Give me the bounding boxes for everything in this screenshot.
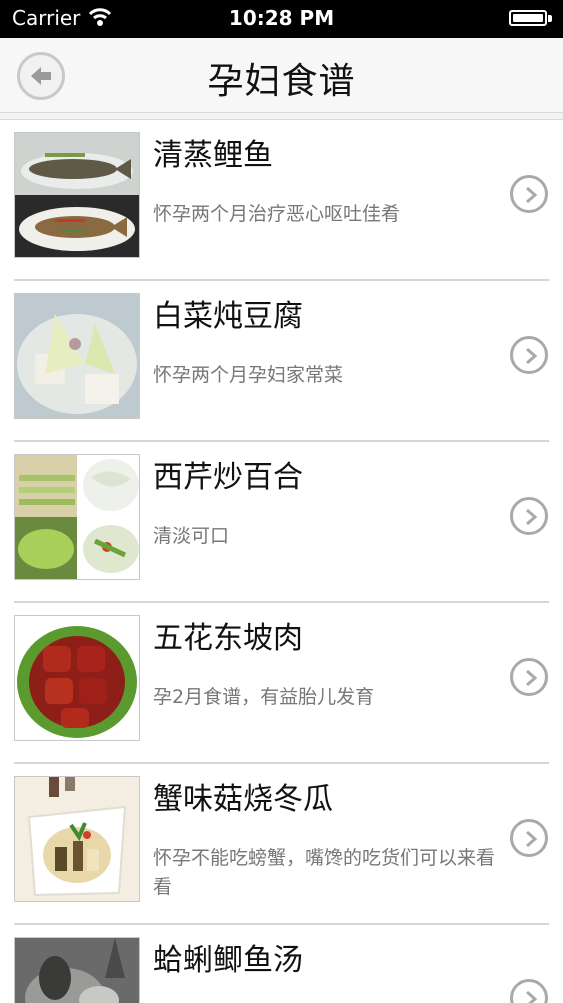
- nav-divider: [0, 112, 563, 120]
- recipe-description: 怀孕两个月治疗恶心呕吐佳肴: [153, 203, 401, 225]
- navigation-bar: 孕妇食谱: [0, 38, 563, 112]
- recipe-thumbnail: [14, 937, 140, 1003]
- page-title: 孕妇食谱: [207, 61, 356, 102]
- recipe-description: 怀孕两个月孕妇家常菜: [153, 364, 344, 386]
- list-item[interactable]: 白菜炖豆腐 怀孕两个月孕妇家常菜: [0, 279, 563, 442]
- recipe-thumbnail: [14, 293, 140, 419]
- battery-icon: [509, 10, 547, 26]
- recipe-title: 清蒸鲤鱼: [153, 138, 273, 173]
- chevron-right-icon[interactable]: [510, 336, 548, 374]
- recipe-thumbnail: [14, 132, 140, 258]
- list-item[interactable]: 蛤蜊鲫鱼汤: [0, 925, 563, 1003]
- recipe-list: 清蒸鲤鱼 怀孕两个月治疗恶心呕吐佳肴 白菜炖豆腐 怀孕两个月孕妇家常菜 西芹炒百…: [0, 120, 563, 1003]
- recipe-thumbnail: [14, 615, 140, 741]
- battery-tip: [548, 15, 552, 22]
- recipe-thumbnail: [14, 776, 140, 902]
- list-item[interactable]: 蟹味菇烧冬瓜 怀孕不能吃螃蟹，嘴馋的吃货们可以来看看: [0, 764, 563, 925]
- recipe-title: 蛤蜊鲫鱼汤: [153, 943, 303, 978]
- status-bar: Carrier 10:28 PM: [0, 0, 563, 38]
- recipe-description: 怀孕不能吃螃蟹，嘴馋的吃货们可以来看看: [153, 847, 496, 898]
- recipe-description: 孕2月食谱，有益胎儿发育: [153, 686, 375, 708]
- chevron-right-icon[interactable]: [510, 979, 548, 1003]
- chevron-right-icon[interactable]: [510, 497, 548, 535]
- status-time: 10:28 PM: [228, 6, 335, 30]
- list-item[interactable]: 西芹炒百合 清淡可口: [0, 442, 563, 603]
- list-item[interactable]: 清蒸鲤鱼 怀孕两个月治疗恶心呕吐佳肴: [0, 120, 563, 281]
- chevron-right-icon[interactable]: [510, 658, 548, 696]
- recipe-title: 蟹味菇烧冬瓜: [153, 782, 333, 817]
- chevron-right-icon[interactable]: [510, 175, 548, 213]
- recipe-thumbnail: [14, 454, 140, 580]
- recipe-description: 清淡可口: [153, 525, 230, 547]
- row-divider: [14, 279, 549, 281]
- recipe-title: 西芹炒百合: [153, 460, 303, 495]
- recipe-title: 白菜炖豆腐: [153, 299, 303, 334]
- list-item[interactable]: 五花东坡肉 孕2月食谱，有益胎儿发育: [0, 603, 563, 764]
- chevron-right-icon[interactable]: [510, 819, 548, 857]
- recipe-title: 五花东坡肉: [153, 621, 303, 656]
